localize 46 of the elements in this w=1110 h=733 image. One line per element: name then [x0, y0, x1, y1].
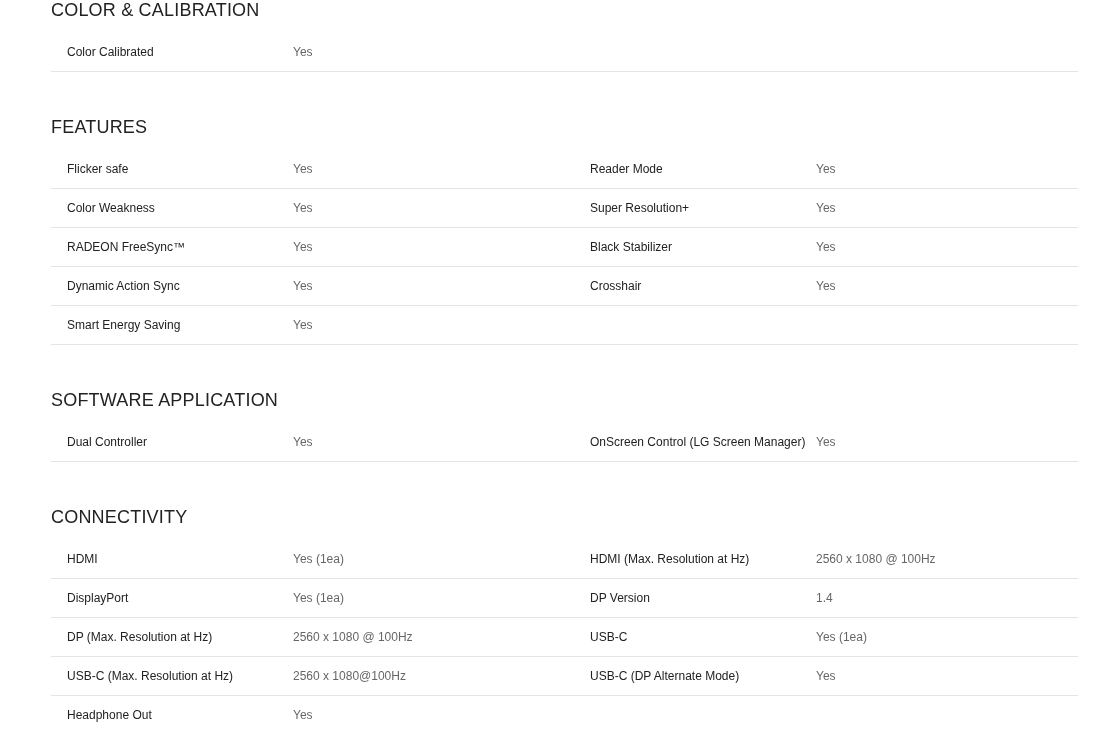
spec-value: 1.4: [816, 591, 834, 605]
spec-value: Yes (1ea): [293, 591, 345, 605]
spec-label: Flicker safe: [66, 162, 130, 176]
spec-value: Yes: [816, 240, 837, 254]
spec-label: Dual Controller: [66, 435, 149, 449]
spec-label: RADEON FreeSync™: [66, 240, 187, 254]
spec-label: USB-C: [590, 630, 629, 644]
section-heading: COLOR & CALIBRATION: [51, 0, 261, 20]
spec-value: Yes: [293, 45, 314, 59]
spec-label: Crosshair: [590, 279, 643, 293]
spec-value: Yes: [293, 279, 314, 293]
spec-value: Yes: [816, 279, 837, 293]
spec-label: Color Calibrated: [66, 45, 155, 59]
spec-value: Yes: [293, 708, 314, 722]
spec-value: Yes (1ea): [293, 552, 345, 566]
spec-value: Yes: [816, 201, 837, 215]
spec-value: 2560 x 1080@100Hz: [293, 669, 407, 683]
spec-label: HDMI (Max. Resolution at Hz): [590, 552, 751, 566]
spec-value: Yes: [816, 162, 837, 176]
spec-label: USB-C (Max. Resolution at Hz): [66, 669, 235, 683]
spec-value: Yes: [293, 435, 314, 449]
spec-value: Yes: [816, 669, 837, 683]
spec-label: OnScreen Control (LG Screen Manager): [590, 435, 807, 449]
section-heading: CONNECTIVITY: [51, 507, 189, 527]
section-heading: SOFTWARE APPLICATION: [51, 390, 280, 410]
spec-label: Color Weakness: [66, 201, 156, 215]
spec-label: USB-C (DP Alternate Mode): [590, 669, 741, 683]
spec-label: Smart Energy Saving: [66, 318, 182, 332]
spec-value: Yes: [293, 240, 314, 254]
spec-label: DP (Max. Resolution at Hz): [66, 630, 214, 644]
spec-label: DP Version: [590, 591, 651, 605]
spec-label: Reader Mode: [590, 162, 664, 176]
spec-label: Super Resolution+: [590, 201, 691, 215]
spec-value: 2560 x 1080 @ 100Hz: [293, 630, 414, 644]
spec-value: Yes: [293, 201, 314, 215]
spec-label: Headphone Out: [66, 708, 153, 722]
spec-label: HDMI: [66, 552, 99, 566]
spec-value: Yes: [293, 318, 314, 332]
spec-label: DisplayPort: [66, 591, 130, 605]
spec-value: Yes: [816, 435, 837, 449]
spec-value: Yes: [293, 162, 314, 176]
spec-label: Dynamic Action Sync: [66, 279, 181, 293]
spec-label: Black Stabilizer: [590, 240, 674, 254]
spec-value: Yes (1ea): [816, 630, 868, 644]
section-heading: FEATURES: [51, 117, 149, 137]
spec-value: 2560 x 1080 @ 100Hz: [816, 552, 937, 566]
